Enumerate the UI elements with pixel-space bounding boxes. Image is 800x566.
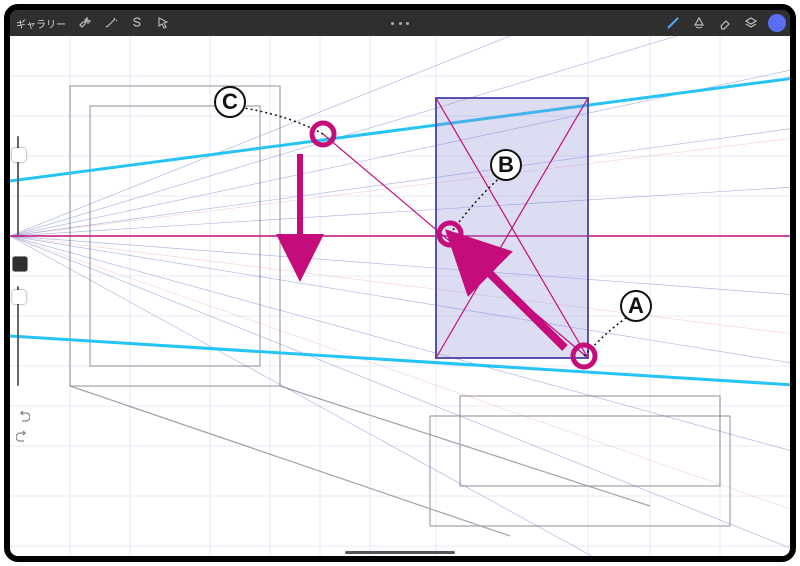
modify-square-button[interactable]	[12, 256, 28, 272]
draw-icon[interactable]	[662, 12, 684, 34]
smudge-icon[interactable]	[688, 12, 710, 34]
erase-icon[interactable]	[714, 12, 736, 34]
annotation-label-C: C	[214, 86, 246, 118]
gallery-button[interactable]: ギャラリー	[10, 16, 72, 31]
color-dot-icon	[768, 14, 786, 32]
wand-icon[interactable]	[100, 12, 122, 34]
annotation-label-B: B	[490, 149, 522, 181]
modify-menu-icon[interactable]	[391, 22, 409, 25]
redo-button[interactable]	[16, 428, 30, 442]
undo-button[interactable]	[16, 408, 30, 422]
wrench-icon[interactable]	[74, 12, 96, 34]
color-swatch[interactable]	[766, 12, 788, 34]
opacity-handle[interactable]	[12, 290, 26, 304]
annotation-label-A: A	[620, 290, 652, 322]
cursor-icon[interactable]	[152, 12, 174, 34]
s-icon[interactable]	[126, 12, 148, 34]
home-indicator	[345, 551, 455, 554]
brush-size-handle[interactable]	[12, 148, 26, 162]
drawing-layer	[10, 36, 790, 556]
canvas-area[interactable]: A B C	[10, 36, 790, 556]
side-panel	[10, 136, 32, 396]
layers-icon[interactable]	[740, 12, 762, 34]
top-toolbar: ギャラリー	[10, 10, 790, 36]
